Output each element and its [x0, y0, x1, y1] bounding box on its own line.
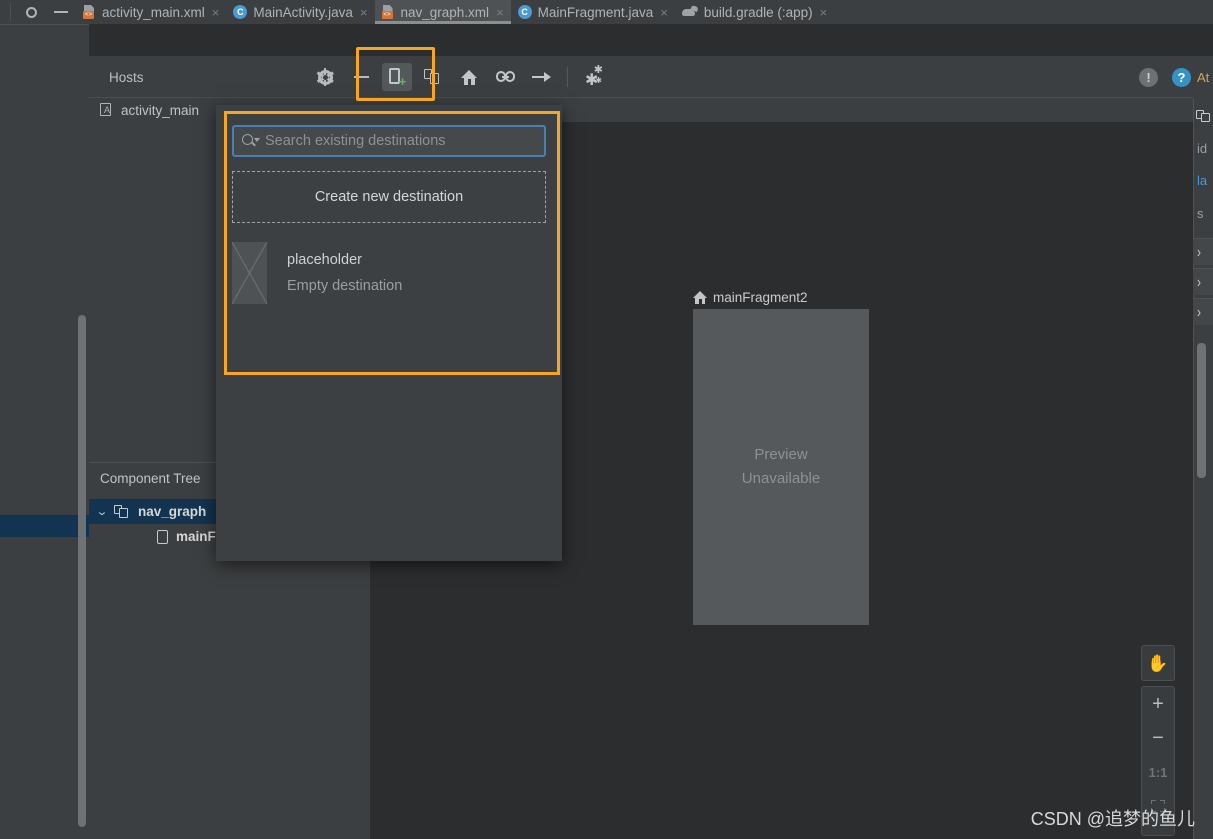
create-new-destination-label: Create new destination	[314, 189, 464, 205]
set-start-destination-button[interactable]	[454, 63, 484, 91]
left-scrollbar-thumb[interactable]	[78, 315, 86, 827]
create-new-destination-button[interactable]: Create new destination	[232, 171, 546, 223]
attributes-panel-header: At	[1193, 56, 1213, 98]
destination-title: placeholder	[287, 252, 362, 268]
watermark: CSDN @追梦的鱼儿	[1030, 809, 1195, 829]
tab-label: MainFragment.java	[537, 4, 654, 20]
preview-text-line2: Unavailable	[741, 470, 821, 487]
java-class-icon: C	[517, 5, 532, 19]
chevron-right-icon: ›	[1197, 272, 1201, 292]
search-destinations-field[interactable]: Search existing destinations	[232, 125, 546, 157]
add-deeplink-button[interactable]	[490, 63, 520, 91]
preview-text-line1: Preview	[754, 446, 808, 463]
attributes-panel-title: At	[1197, 69, 1210, 85]
nested-graph-icon	[424, 69, 442, 85]
tab-mainfragment-java[interactable]: C MainFragment.java ×	[511, 0, 675, 24]
gear-icon	[316, 68, 334, 86]
nav-graph-icon	[1196, 110, 1210, 123]
pan-tool-button[interactable]: ✋	[1141, 645, 1175, 681]
android-layout-icon: A	[100, 103, 114, 117]
zoom-out-button[interactable]: −	[1142, 721, 1174, 755]
gutter-selection-strip	[0, 515, 89, 537]
tab-nav-graph-xml[interactable]: <> nav_graph.xml ×	[374, 0, 511, 24]
chevron-right-icon: ›	[1197, 242, 1201, 262]
node-name: mainFragment2	[713, 289, 808, 305]
tab-label: nav_graph.xml	[400, 4, 490, 20]
component-tree-title: Component Tree	[100, 471, 201, 486]
issues-warning-icon[interactable]: !	[1139, 67, 1158, 87]
new-action-button[interactable]	[526, 63, 556, 91]
toolbar-status-icons: ! ?	[1139, 56, 1191, 98]
tab-close-icon[interactable]: ×	[496, 6, 504, 19]
tree-row-label: nav_graph	[138, 504, 207, 519]
search-placeholder: Search existing destinations	[265, 133, 446, 149]
destination-subtitle: Empty destination	[287, 278, 403, 294]
attributes-scrollbar-thumb[interactable]	[1197, 343, 1206, 478]
attributes-section-3[interactable]: ›	[1193, 298, 1213, 325]
hosts-label: Hosts	[109, 69, 144, 85]
minimize-button[interactable]	[46, 0, 76, 24]
home-icon	[693, 290, 707, 304]
attribute-field-label[interactable]: la	[1197, 173, 1207, 188]
gear-icon	[25, 6, 38, 19]
attributes-section-2[interactable]: ›	[1193, 268, 1213, 295]
hand-icon: ✋	[1147, 653, 1169, 673]
node-caption: mainFragment2	[693, 287, 869, 307]
attributes-section-1[interactable]: ›	[1193, 238, 1213, 265]
add-destination-popup: Search existing destinations Create new …	[216, 105, 562, 561]
link-icon	[495, 71, 515, 83]
breadcrumb-label[interactable]: activity_main	[121, 103, 199, 118]
destination-list-item-placeholder[interactable]: placeholder Empty destination	[232, 242, 546, 304]
chevron-right-icon: ›	[1197, 302, 1201, 322]
new-destination-button[interactable]: +	[382, 63, 412, 91]
tab-activity-main-xml[interactable]: <> activity_main.xml ×	[76, 0, 226, 24]
java-class-icon: C	[233, 5, 248, 19]
nav-graph-icon	[114, 504, 130, 519]
home-icon	[461, 69, 477, 85]
xml-navigation-icon: <>	[381, 5, 395, 19]
zoom-out-button[interactable]	[346, 63, 376, 91]
design-toolbar-buttons: + ✱ ✱ ✱	[307, 56, 612, 98]
gradle-icon	[681, 4, 699, 18]
minimize-icon	[54, 11, 68, 13]
attribute-field-start[interactable]: s	[1197, 206, 1204, 221]
tab-close-icon[interactable]: ×	[820, 6, 828, 19]
tab-label: MainActivity.java	[253, 4, 353, 20]
tabstrip-divider	[10, 3, 11, 21]
tab-label: activity_main.xml	[102, 4, 205, 20]
tab-close-icon[interactable]: ×	[660, 6, 668, 19]
gutter-divider	[0, 24, 89, 25]
design-settings-button[interactable]	[310, 63, 340, 91]
left-tool-gutter	[0, 24, 89, 839]
tab-build-gradle[interactable]: build.gradle (:app) ×	[675, 0, 834, 24]
destination-node-mainfragment2[interactable]: mainFragment2 Preview Unavailable	[693, 287, 869, 625]
attribute-field-id[interactable]: id	[1197, 141, 1207, 156]
new-nested-graph-button[interactable]	[418, 63, 448, 91]
zoom-in-button[interactable]: +	[1142, 687, 1174, 721]
toolbar-divider	[567, 67, 568, 87]
node-preview: Preview Unavailable	[693, 309, 869, 625]
tab-label: build.gradle (:app)	[703, 4, 813, 20]
attributes-panel: id la s › › ›	[1193, 98, 1213, 839]
search-icon	[242, 134, 260, 148]
dash-icon	[353, 76, 369, 78]
attributes-panel-divider	[1193, 98, 1194, 839]
arrow-right-icon	[531, 71, 551, 83]
empty-placeholder-icon	[232, 242, 267, 304]
chevron-down-icon[interactable]: ⌄	[96, 505, 114, 518]
editor-tab-strip: <> activity_main.xml × C MainActivity.ja…	[0, 0, 1213, 24]
auto-arrange-button[interactable]: ✱ ✱ ✱	[579, 63, 609, 91]
tab-mainactivity-java[interactable]: C MainActivity.java ×	[226, 0, 374, 24]
tab-close-icon[interactable]: ×	[360, 6, 368, 19]
tab-close-icon[interactable]: ×	[212, 6, 220, 19]
fragment-icon	[157, 529, 168, 544]
design-toolbar: Hosts + ✱ ✱ ✱ ! ?	[89, 56, 1213, 98]
ide-window: <> activity_main.xml × C MainActivity.ja…	[0, 0, 1213, 839]
xml-layout-icon: <>	[83, 5, 96, 19]
new-destination-icon: +	[388, 68, 406, 88]
sparkle-icon: ✱ ✱ ✱	[585, 64, 603, 89]
settings-gear-button[interactable]	[17, 0, 46, 24]
zoom-actual-size-button[interactable]: 1:1	[1142, 755, 1174, 789]
help-icon[interactable]: ?	[1172, 67, 1191, 87]
